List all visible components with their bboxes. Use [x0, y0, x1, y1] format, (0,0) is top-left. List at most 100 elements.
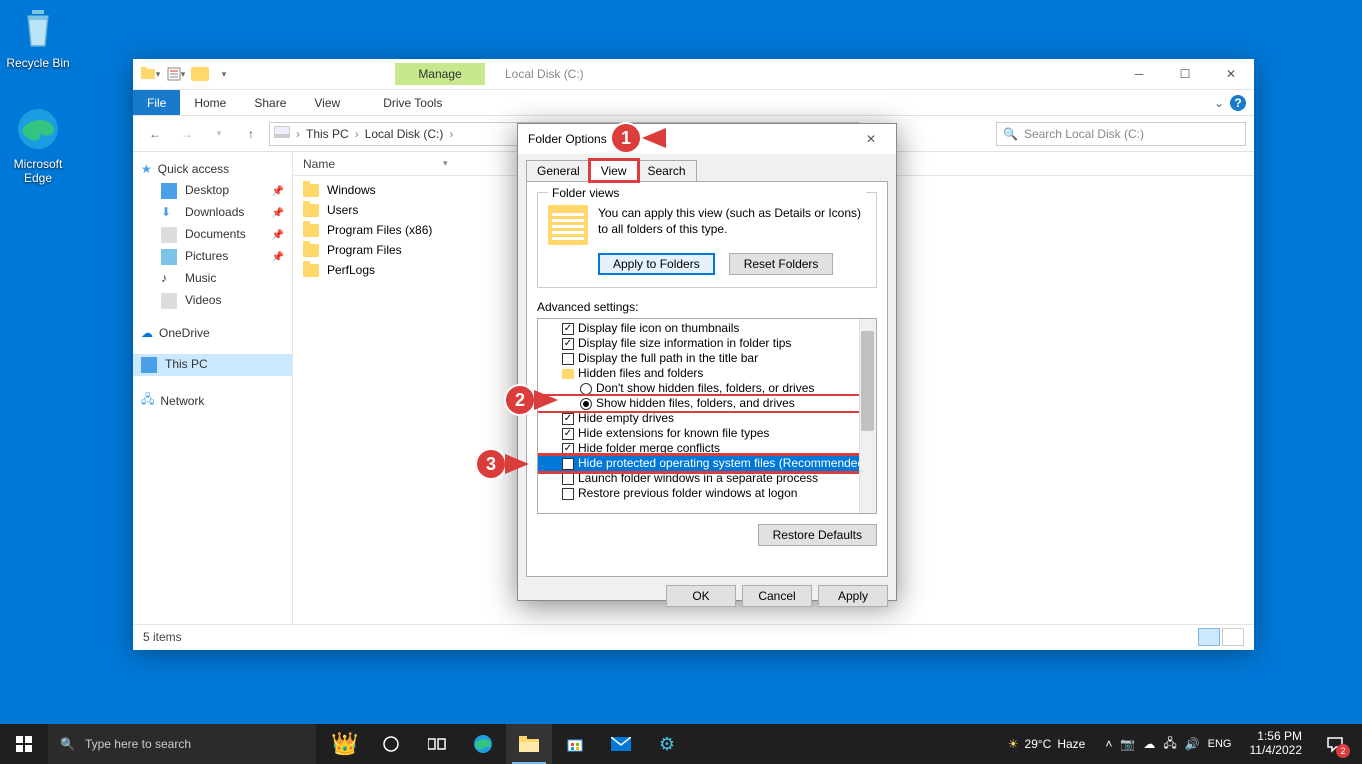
crumb-local-disk[interactable]: Local Disk (C:) [365, 127, 444, 141]
checkbox-icon[interactable] [562, 413, 574, 425]
dialog-close-button[interactable]: ✕ [856, 124, 886, 154]
checkbox-icon[interactable] [562, 488, 574, 500]
taskbar-weather[interactable]: ☀ 29°C Haze [998, 737, 1096, 751]
radio-icon[interactable] [580, 398, 592, 410]
start-button[interactable] [0, 724, 48, 764]
nav-item-music[interactable]: ♪Music [133, 268, 292, 290]
col-name[interactable]: Name [303, 157, 443, 171]
taskbar-settings-icon[interactable]: ⚙ [644, 724, 690, 764]
adv-show-hidden[interactable]: Show hidden files, folders, and drives [538, 396, 876, 411]
dialog-titlebar[interactable]: Folder Options ✕ [518, 124, 896, 154]
taskbar-store[interactable] [552, 724, 598, 764]
nav-item-desktop[interactable]: Desktop📌 [133, 180, 292, 202]
checkbox-icon[interactable] [562, 428, 574, 440]
ribbon-tab-view[interactable]: View [300, 90, 354, 115]
taskbar-mail[interactable] [598, 724, 644, 764]
reset-folders-button[interactable]: Reset Folders [729, 253, 834, 275]
tray-overflow-icon[interactable]: ˄ [1105, 737, 1112, 751]
view-large-icons-button[interactable] [1222, 628, 1244, 646]
notification-badge: 2 [1336, 744, 1350, 758]
nav-item-videos[interactable]: Videos [133, 290, 292, 312]
help-icon[interactable]: ? [1230, 95, 1246, 111]
close-button[interactable]: ✕ [1208, 59, 1254, 89]
onedrive-tray-icon[interactable]: ☁ [1143, 737, 1155, 751]
ok-button[interactable]: OK [666, 585, 736, 607]
adv-display-file-icon[interactable]: Display file icon on thumbnails [538, 321, 876, 336]
adv-hide-extensions[interactable]: Hide extensions for known file types [538, 426, 876, 441]
system-tray[interactable]: ˄ 📷 ☁ 🖧 🔊 ENG [1097, 734, 1239, 755]
apply-to-folders-button[interactable]: Apply to Folders [598, 253, 715, 275]
checkbox-icon[interactable] [562, 473, 574, 485]
taskbar-explorer[interactable] [506, 724, 552, 764]
maximize-button[interactable]: ☐ [1162, 59, 1208, 89]
adv-display-full-path[interactable]: Display the full path in the title bar [538, 351, 876, 366]
ribbon-expand-icon[interactable]: ⌄ [1214, 96, 1224, 110]
nav-network[interactable]: 🖧Network [133, 386, 292, 415]
cancel-button[interactable]: Cancel [742, 585, 812, 607]
nav-this-pc[interactable]: This PC [133, 354, 292, 376]
adv-dont-show-hidden[interactable]: Don't show hidden files, folders, or dri… [538, 381, 876, 396]
language-indicator[interactable]: ENG [1208, 738, 1232, 750]
folder-icon [303, 264, 319, 277]
crumb-sep-1[interactable]: › [355, 127, 359, 141]
qat-folder-icon[interactable] [191, 67, 209, 81]
nav-onedrive[interactable]: ☁OneDrive [133, 322, 292, 344]
ribbon-tab-file[interactable]: File [133, 90, 180, 115]
checkbox-icon[interactable] [562, 458, 574, 470]
apply-button[interactable]: Apply [818, 585, 888, 607]
col-dropdown-icon[interactable]: ▾ [443, 158, 448, 169]
qat-explorer-icon[interactable]: ▾ [139, 63, 161, 85]
checkbox-icon[interactable] [562, 443, 574, 455]
taskbar-edge[interactable] [460, 724, 506, 764]
checkbox-icon[interactable] [562, 323, 574, 335]
adv-hide-protected[interactable]: Hide protected operating system files (R… [538, 456, 876, 471]
volume-icon[interactable]: 🔊 [1185, 737, 1200, 751]
scrollbar[interactable] [859, 319, 876, 513]
nav-item-pictures[interactable]: Pictures📌 [133, 246, 292, 268]
nav-item-documents[interactable]: Documents📌 [133, 224, 292, 246]
nav-quick-access[interactable]: ★ Quick access [133, 158, 292, 180]
minimize-button[interactable]: ─ [1116, 59, 1162, 89]
ribbon-tab-drivetools[interactable]: Drive Tools [369, 90, 456, 115]
taskbar-cortana-icon[interactable] [368, 724, 414, 764]
crumb-this-pc[interactable]: This PC [306, 127, 349, 141]
forward-button[interactable]: → [173, 122, 201, 146]
meet-now-icon[interactable]: 📷 [1120, 737, 1135, 751]
radio-icon[interactable] [580, 383, 592, 395]
up-button[interactable]: ↑ [237, 122, 265, 146]
tab-search[interactable]: Search [637, 160, 697, 181]
nav-item-downloads[interactable]: ⬇Downloads📌 [133, 202, 292, 224]
ribbon-tab-share[interactable]: Share [240, 90, 300, 115]
ribbon-contextual-manage[interactable]: Manage [395, 63, 485, 85]
adv-launch-separate[interactable]: Launch folder windows in a separate proc… [538, 471, 876, 486]
adv-hide-merge[interactable]: Hide folder merge conflicts [538, 441, 876, 456]
taskbar-search[interactable]: 🔍 Type here to search [48, 724, 316, 764]
restore-defaults-button[interactable]: Restore Defaults [758, 524, 877, 546]
qat-customize[interactable]: ▾ [213, 63, 235, 85]
search-box[interactable]: 🔍 Search Local Disk (C:) [996, 122, 1246, 146]
crumb-sep-0[interactable]: › [296, 127, 300, 141]
taskbar-clock[interactable]: 1:56 PM 11/4/2022 [1242, 730, 1311, 758]
titlebar[interactable]: ▾ ▾ ▾ Manage Local Disk (C:) ─ ☐ ✕ [133, 59, 1254, 90]
tab-view[interactable]: View [590, 160, 638, 181]
network-tray-icon[interactable]: 🖧 [1163, 734, 1176, 755]
taskbar-pharaoh-icon[interactable]: 👑 [322, 724, 368, 764]
action-center-button[interactable]: 2 [1312, 724, 1358, 764]
desktop-edge[interactable]: Microsoft Edge [0, 105, 76, 185]
task-view-button[interactable] [414, 724, 460, 764]
checkbox-icon[interactable] [562, 353, 574, 365]
qat-properties-icon[interactable]: ▾ [165, 63, 187, 85]
tab-general[interactable]: General [526, 160, 591, 181]
ribbon-tab-home[interactable]: Home [180, 90, 240, 115]
crumb-sep-2[interactable]: › [449, 127, 453, 141]
adv-restore-previous[interactable]: Restore previous folder windows at logon [538, 486, 876, 501]
scrollbar-thumb[interactable] [861, 331, 874, 431]
adv-hide-empty[interactable]: Hide empty drives [538, 411, 876, 426]
recent-locations[interactable]: ▾ [205, 122, 233, 146]
checkbox-icon[interactable] [562, 338, 574, 350]
back-button[interactable]: ← [141, 122, 169, 146]
advanced-settings-list[interactable]: Display file icon on thumbnails Display … [537, 318, 877, 514]
desktop-recycle-bin[interactable]: Recycle Bin [0, 4, 76, 70]
adv-display-file-size[interactable]: Display file size information in folder … [538, 336, 876, 351]
view-details-button[interactable] [1198, 628, 1220, 646]
